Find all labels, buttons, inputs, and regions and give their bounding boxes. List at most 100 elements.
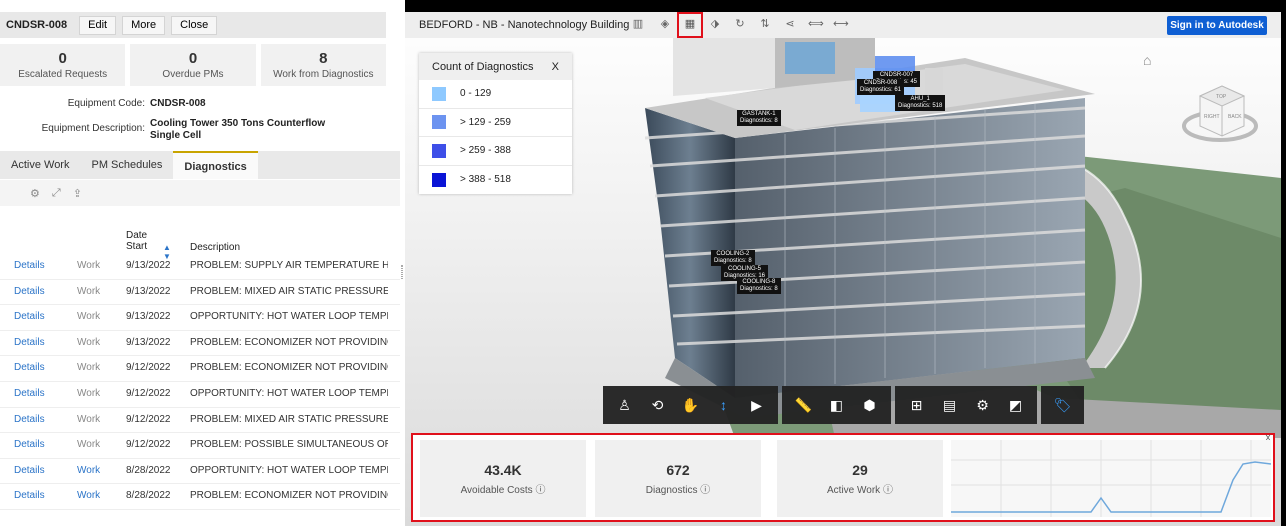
gear-icon[interactable]: ⚙	[30, 187, 40, 200]
asset-label-ahu-1[interactable]: AHU_1 Diagnostics: 518	[895, 95, 946, 111]
layers-icon[interactable]: ◈	[658, 17, 672, 31]
collapse-icon[interactable]: ⟷	[833, 17, 849, 31]
table-row[interactable]: Details Work 9/12/2022 PROBLEM: ECONOMIZER …	[0, 356, 400, 382]
sign-in-button[interactable]: Sign in to Autodesk	[1167, 16, 1267, 35]
details-link[interactable]: Details	[14, 490, 45, 501]
kpi-value: 672	[666, 461, 690, 478]
table-row[interactable]: Details Work 9/13/2022 PROBLEM: ECONOMIZER …	[0, 331, 400, 357]
asset-label-cooling-2[interactable]: COOLING-2 Diagnostics: 8	[711, 250, 755, 266]
stat-escalated-requests[interactable]: 0 Escalated Requests	[0, 44, 126, 86]
table-row[interactable]: Details Work 9/13/2022 PROBLEM: SUPPLY AIR …	[0, 254, 400, 280]
home-icon[interactable]: ⌂	[1143, 52, 1151, 68]
equipment-header: CNDSR-008 Edit More Close	[0, 12, 386, 38]
row-date: 9/13/2022	[126, 260, 171, 271]
kpi-active-work[interactable]: 29 Active Work ⓘ	[777, 440, 943, 517]
info-icon[interactable]: ⓘ	[700, 485, 710, 496]
date-start-header[interactable]: Date Start	[126, 230, 162, 252]
properties-icon[interactable]: ▤	[934, 391, 965, 419]
kpi-avoidable-costs[interactable]: 43.4K Avoidable Costs ⓘ	[420, 440, 586, 517]
stat-value: 0	[58, 50, 67, 67]
camera-icon[interactable]: ▶	[741, 391, 772, 419]
pan-hand-icon[interactable]: ✋	[675, 391, 706, 419]
row-type: Work	[77, 490, 101, 502]
orbit-icon[interactable]: ⟲	[642, 391, 673, 419]
kpi-panel: X 43.4K Avoidable Costs ⓘ 672 Diagnostic…	[411, 433, 1275, 522]
expand-icon[interactable]: ⟺	[808, 17, 824, 31]
row-description: PROBLEM: ECONOMIZER NOT PROVIDING TOT	[190, 490, 388, 502]
info-icon[interactable]: ⓘ	[883, 485, 893, 496]
tags-icon[interactable]: 🏷	[1047, 391, 1078, 419]
row-date: 8/28/2022	[126, 490, 171, 502]
tab-diagnostics[interactable]: Diagnostics	[173, 151, 258, 179]
cube-back-label: BACK	[1228, 114, 1242, 120]
row-date: 9/12/2022	[126, 387, 171, 399]
table-row[interactable]: Details Work 9/13/2022 OPPORTUNITY: HOT WAT…	[0, 305, 400, 331]
table-row[interactable]: Details Work 9/12/2022 OPPORTUNITY: HOT WAT…	[0, 382, 400, 408]
table-row[interactable]: Details Work 9/12/2022 PROBLEM: POSSIBLE SI…	[0, 433, 400, 459]
legend-close-icon[interactable]: X	[552, 61, 559, 73]
zoom-icon[interactable]: ↕	[708, 391, 739, 419]
edit-button[interactable]: Edit	[79, 15, 117, 35]
asset-label-gastank-1[interactable]: GASTANK-1 Diagnostics: 8	[737, 110, 781, 126]
equipment-code-label: Equipment Code:	[67, 98, 145, 109]
kpi-diagnostics[interactable]: 672 Diagnostics ⓘ	[595, 440, 761, 517]
splitter-grip[interactable]	[401, 265, 403, 279]
tab-active-work[interactable]: Active Work	[0, 151, 80, 179]
row-description: OPPORTUNITY: HOT WATER LOOP TEMPERATU	[190, 387, 388, 399]
section-icon[interactable]: ◧	[821, 391, 852, 419]
export-icon[interactable]: ⇪	[73, 187, 82, 200]
row-description: PROBLEM: ECONOMIZER NOT PROVIDING TOT	[190, 362, 388, 374]
info-icon[interactable]: ⓘ	[535, 485, 545, 496]
details-link[interactable]: Details	[14, 362, 45, 373]
details-link[interactable]: Details	[14, 439, 45, 450]
first-person-icon[interactable]: ♙	[609, 391, 640, 419]
fullscreen-icon[interactable]: ◩	[1000, 391, 1031, 419]
close-button[interactable]: Close	[171, 15, 218, 35]
row-type: Work	[77, 464, 101, 476]
sparkline-graphic	[951, 440, 1272, 517]
trend-sparkline[interactable]	[951, 440, 1272, 517]
table-row[interactable]: Details Work 8/28/2022 OPPORTUNITY: HOT WAT…	[0, 459, 400, 485]
sort-icon[interactable]: ⇅	[758, 17, 772, 31]
tab-pm-schedules[interactable]: PM Schedules	[80, 151, 173, 179]
table-row[interactable]: Details Work 8/28/2022 PROBLEM: ECONOMIZER …	[0, 484, 400, 510]
row-date: 9/12/2022	[126, 362, 171, 374]
row-description: PROBLEM: MIXED AIR STATIC PRESSURE SMALI	[190, 413, 388, 425]
expand-icon[interactable]: ⤢	[52, 187, 61, 200]
row-type: Work	[77, 260, 101, 271]
table-row[interactable]: Details Work 9/13/2022 PROBLEM: MIXED AIR S…	[0, 280, 400, 306]
refresh-icon[interactable]: ↻	[733, 17, 747, 31]
view-cube-graphic: TOP RIGHT BACK	[1182, 85, 1258, 142]
stat-work-from-diagnostics[interactable]: 8 Work from Diagnostics	[260, 44, 386, 86]
description-header[interactable]: Description	[190, 242, 240, 253]
model-viewer[interactable]: BEDFORD - NB - Nanotechnology Building ▥…	[405, 12, 1281, 526]
row-date: 9/12/2022	[126, 413, 171, 425]
share-icon[interactable]: ⋖	[783, 17, 797, 31]
tag-icon[interactable]: ⬗	[708, 17, 722, 31]
equipment-description-label: Equipment Description:	[41, 123, 145, 134]
explode-icon[interactable]: ⬢	[854, 391, 885, 419]
details-link[interactable]: Details	[14, 260, 45, 271]
details-link[interactable]: Details	[14, 388, 45, 399]
details-link[interactable]: Details	[14, 465, 45, 476]
row-date: 8/28/2022	[126, 464, 171, 476]
details-link[interactable]: Details	[14, 286, 45, 297]
table-toolbar: ⚙ ⤢ ⇪	[0, 180, 400, 206]
view-cube[interactable]: TOP RIGHT BACK	[1180, 74, 1258, 152]
more-button[interactable]: More	[122, 15, 166, 35]
measure-icon[interactable]: 📏	[788, 391, 819, 419]
stat-overdue-pms[interactable]: 0 Overdue PMs	[130, 44, 256, 86]
kpi-label: Avoidable Costs ⓘ	[460, 484, 546, 496]
details-link[interactable]: Details	[14, 337, 45, 348]
settings-gear-icon[interactable]: ⚙	[967, 391, 998, 419]
stat-label: Work from Diagnostics	[273, 69, 374, 80]
details-link[interactable]: Details	[14, 414, 45, 425]
details-link[interactable]: Details	[14, 311, 45, 322]
row-type: Work	[77, 285, 101, 297]
asset-label-cooling-8[interactable]: COOLING-8 Diagnostics: 8	[737, 278, 781, 294]
table-row[interactable]: Details Work 9/12/2022 PROBLEM: MIXED AIR S…	[0, 408, 400, 434]
model-browser-icon[interactable]: ⊞	[901, 391, 932, 419]
equipment-description-value: Cooling Tower 350 Tons Counterflow Singl…	[150, 118, 326, 141]
building-icon[interactable]: ▥	[631, 17, 645, 31]
asset-label-cndsr-008[interactable]: CNDSR-008 Diagnostics: 61	[857, 79, 905, 95]
